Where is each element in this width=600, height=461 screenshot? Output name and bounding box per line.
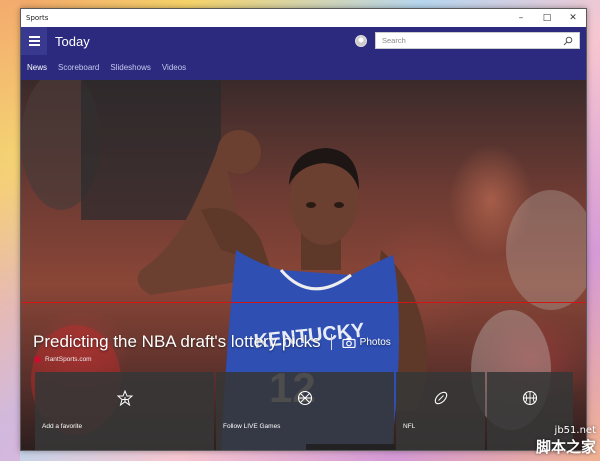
tile-label: Add a favorite (42, 423, 83, 430)
search-placeholder: Search (382, 36, 406, 45)
basketball-icon (522, 390, 538, 406)
divider (330, 334, 332, 350)
source-name: RantSports.com (45, 356, 92, 363)
tile-footer-bar (306, 444, 394, 450)
tile-label: NFL (403, 423, 416, 430)
window-title: Sports (26, 14, 49, 22)
source-logo-icon (34, 356, 41, 363)
hero-article[interactable]: KENTUCKY 12 Predicting the NBA draft's l… (21, 80, 586, 450)
search-icon[interactable] (563, 36, 573, 46)
sports-app-window: Sports – □ ✕ Today Search News Scoreboar… (20, 8, 587, 451)
follow-live-games-tile[interactable]: Follow LIVE Games (216, 372, 394, 450)
page-title: Today (55, 33, 90, 49)
title-bar: Sports – □ ✕ (21, 9, 586, 27)
section-tabs: News Scoreboard Slideshows Videos (21, 55, 586, 80)
search-input[interactable]: Search (375, 32, 580, 49)
site-watermark: jb51.net 脚本之家 (536, 425, 596, 457)
photos-label: Photos (359, 336, 391, 348)
tab-videos[interactable]: Videos (162, 63, 186, 72)
minimize-button[interactable]: – (508, 9, 534, 27)
maximize-button[interactable]: □ (534, 9, 560, 27)
tile-label: Follow LIVE Games (223, 423, 281, 430)
football-icon (434, 391, 447, 405)
star-add-icon (116, 390, 133, 406)
divider-line (21, 302, 586, 303)
camera-icon (342, 337, 356, 348)
add-favorite-tile[interactable]: Add a favorite (35, 372, 214, 450)
tab-scoreboard[interactable]: Scoreboard (58, 63, 99, 72)
watermark-domain: jb51.net (554, 425, 596, 436)
headline-text[interactable]: Predicting the NBA draft's lottery picks (33, 332, 321, 352)
quick-action-tiles: Add a favorite Follow LIVE Games NFL (35, 372, 573, 450)
app-bar: Today Search (21, 27, 586, 55)
article-headline[interactable]: Predicting the NBA draft's lottery picks… (33, 332, 391, 352)
window-controls: – □ ✕ (508, 9, 586, 27)
background-shape (0, 0, 20, 461)
hamburger-menu-icon[interactable] (21, 27, 47, 55)
close-button[interactable]: ✕ (560, 9, 586, 27)
basketball-icon (297, 390, 313, 406)
article-source: RantSports.com (34, 356, 92, 363)
user-avatar-icon[interactable] (355, 35, 367, 47)
tab-slideshows[interactable]: Slideshows (110, 63, 150, 72)
tab-news[interactable]: News (27, 63, 47, 72)
photos-link[interactable]: Photos (342, 337, 391, 348)
nfl-tile[interactable]: NFL (396, 372, 485, 450)
watermark-name: 脚本之家 (535, 438, 596, 456)
